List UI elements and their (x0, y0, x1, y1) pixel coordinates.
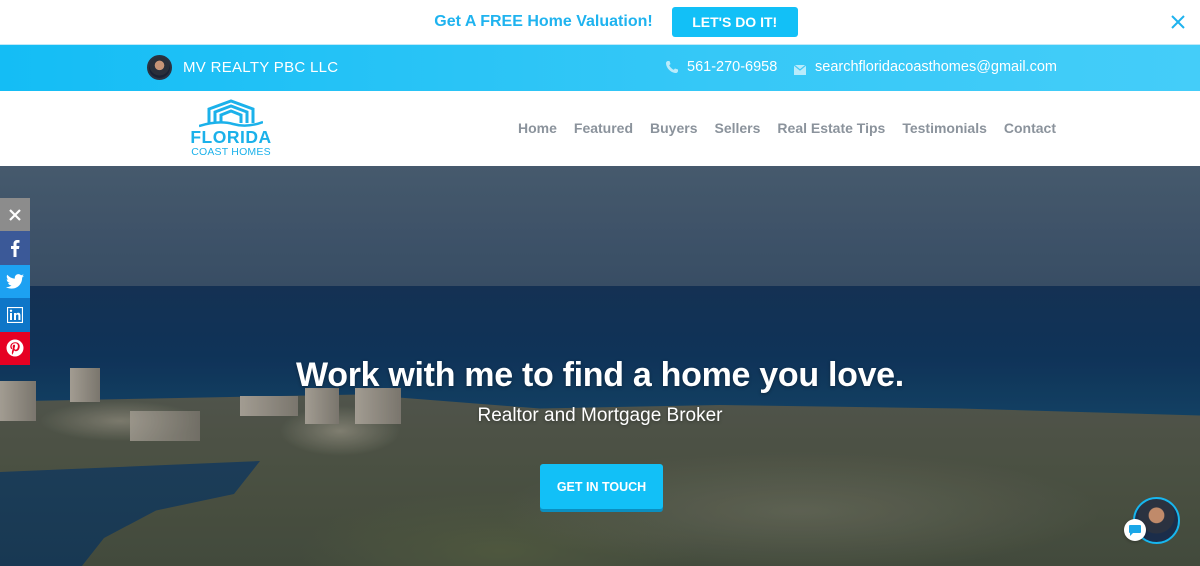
house-logo-icon (199, 99, 263, 128)
twitter-icon (6, 273, 24, 289)
hero-subtitle: Realtor and Mortgage Broker (477, 405, 723, 426)
mail-icon (793, 62, 807, 75)
logo-text-florida: FLORIDA (190, 127, 272, 147)
main-nav: Home Featured Buyers Sellers Real Estate… (501, 120, 1056, 136)
lets-do-it-button[interactable]: LET'S DO IT! (671, 7, 798, 37)
nav-sellers[interactable]: Sellers (714, 120, 760, 136)
linkedin-icon (7, 306, 23, 323)
info-bar: MV REALTY PBC LLC 561-270-6958 searchflo… (0, 45, 1200, 91)
nav-featured[interactable]: Featured (574, 120, 633, 136)
promo-text: Get A FREE Home Valuation! (434, 13, 653, 30)
linkedin-share-button[interactable] (0, 298, 30, 332)
email-link[interactable]: searchfloridacoasthomes@gmail.com (815, 59, 1057, 75)
main-header: FLORIDA COAST HOMES Home Featured Buyers… (0, 91, 1200, 166)
phone-link[interactable]: 561-270-6958 (687, 59, 777, 75)
nav-testimonials[interactable]: Testimonials (902, 120, 987, 136)
get-in-touch-button[interactable]: GET IN TOUCH (540, 464, 663, 509)
site-logo[interactable]: FLORIDA COAST HOMES (185, 99, 277, 159)
phone-icon (665, 60, 679, 74)
chat-bubble-icon (1129, 524, 1141, 536)
pinterest-icon (6, 339, 24, 357)
chat-open-button[interactable] (1124, 519, 1146, 541)
hero-section: Work with me to find a home you love. Re… (0, 166, 1200, 566)
nav-contact[interactable]: Contact (1004, 120, 1056, 136)
close-icon (9, 208, 21, 221)
nav-real-estate-tips[interactable]: Real Estate Tips (777, 120, 885, 136)
pinterest-share-button[interactable] (0, 331, 30, 365)
facebook-share-button[interactable] (0, 231, 30, 265)
social-share-bar (0, 198, 30, 365)
twitter-share-button[interactable] (0, 264, 30, 298)
logo-text-coast-homes: COAST HOMES (191, 146, 271, 158)
close-share-button[interactable] (0, 198, 30, 231)
agent-name: MV REALTY PBC LLC (183, 59, 339, 76)
nav-buyers[interactable]: Buyers (650, 120, 697, 136)
close-icon[interactable] (1166, 10, 1190, 34)
facebook-icon (11, 239, 20, 257)
nav-home[interactable]: Home (518, 120, 557, 136)
agent-avatar (147, 55, 172, 80)
hero-title: Work with me to find a home you love. (296, 356, 904, 394)
promo-bar: Get A FREE Home Valuation! LET'S DO IT! (0, 0, 1200, 45)
